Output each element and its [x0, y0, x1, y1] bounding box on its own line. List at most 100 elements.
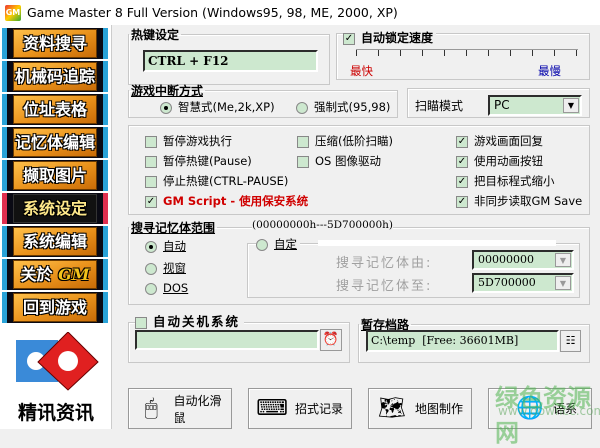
option-label: GM Script - 使用保安系统: [163, 194, 309, 208]
radio-icon: [145, 262, 157, 275]
sidebar-item-label: 撷取图片: [13, 161, 97, 190]
checkbox-icon: ✓: [456, 135, 468, 148]
radio-label: 自动: [163, 239, 186, 253]
divider: [318, 240, 556, 246]
sidebar-item-search[interactable]: 资料搜寻: [2, 28, 108, 59]
sidebar-item-label: 回到游戏: [13, 293, 97, 322]
os-image-driver-checkbox[interactable]: OS 图像驱动: [297, 153, 381, 169]
option-label: 暂停热键(Pause): [163, 154, 252, 168]
window-title: Game Master 8 Full Version (Windows95, 9…: [27, 5, 398, 20]
checkbox-icon: [145, 175, 157, 188]
chevron-down-icon: ▼: [563, 98, 579, 113]
option-label: 非同步读取GM Save: [474, 194, 583, 208]
chevron-down-icon: ▼: [555, 253, 571, 267]
auto-lock-speed-checkbox[interactable]: ✓ 自动锁定速度: [343, 29, 437, 46]
button-label: 招式记录: [295, 402, 344, 416]
async-gm-save-checkbox[interactable]: ✓ 非同步读取GM Save: [456, 193, 582, 209]
auto-mouse-button[interactable]: 🖱 自动化滑鼠: [128, 388, 232, 429]
slowest-label: 最慢: [538, 64, 561, 78]
option-label: 使用动画按钮: [474, 154, 543, 168]
checkbox-icon: ✓: [456, 175, 468, 188]
option-label: 游戏画面回复: [474, 134, 543, 148]
sidebar-item-code-trace[interactable]: 机械码追踪: [2, 61, 108, 92]
speed-slider[interactable]: [356, 49, 578, 59]
option-label: 暂停游戏执行: [163, 134, 232, 148]
from-address-select[interactable]: 00000000 ▼: [472, 250, 574, 270]
title-bar: GM Game Master 8 Full Version (Windows95…: [0, 0, 600, 25]
hotkey-legend: 热键设定: [131, 28, 180, 42]
checkbox-icon: [297, 155, 309, 168]
scan-mode-select[interactable]: PC ▼: [488, 95, 582, 116]
to-value: 5D700000: [478, 276, 536, 289]
auto-shutdown-label: 自动关机系统: [153, 314, 241, 329]
sidebar-item-address-table[interactable]: 位址表格: [2, 94, 108, 125]
force-mode-radio[interactable]: 强制式(95,98): [296, 99, 390, 115]
fastest-label: 最快: [350, 64, 373, 78]
map-maker-button[interactable]: 🗺 地图制作: [368, 388, 472, 429]
restore-screen-checkbox[interactable]: ✓ 游戏画面回复: [456, 133, 543, 149]
to-label: 搜寻记忆体至:: [336, 279, 433, 294]
scan-mode-label: 扫瞄模式: [415, 99, 464, 113]
checkbox-icon: [145, 155, 157, 168]
radio-icon: [256, 238, 268, 251]
move-record-button[interactable]: ⌨ 招式记录: [248, 388, 352, 429]
smart-mode-radio[interactable]: 智慧式(Me,2k,XP): [160, 99, 275, 115]
app-icon: GM: [5, 4, 21, 21]
radio-icon: [296, 101, 308, 114]
hotkey-input[interactable]: CTRL + F12: [143, 50, 318, 72]
radio-label: 强制式(95,98): [314, 100, 391, 114]
sidebar-item-memory-edit[interactable]: 记忆体编辑: [2, 127, 108, 158]
radio-icon: [145, 282, 157, 295]
checkbox-icon: [145, 135, 157, 148]
sidebar-item-label: 机械码追踪: [13, 62, 97, 91]
from-label: 搜寻记忆体由:: [336, 256, 433, 271]
option-label: OS 图像驱动: [315, 154, 382, 168]
mouse-icon: 🖱: [144, 396, 158, 421]
auto-range-radio[interactable]: 自动: [145, 238, 186, 254]
sidebar-item-label: 记忆体编辑: [13, 128, 97, 157]
checkbox-icon: ✓: [456, 155, 468, 168]
sidebar-item-capture[interactable]: 撷取图片: [2, 160, 108, 191]
checkbox-icon: ✓: [343, 32, 355, 45]
sidebar-item-settings[interactable]: 系统设定: [2, 193, 108, 224]
stop-hotkey-checkbox[interactable]: 停止热键(CTRL-PAUSE): [145, 173, 288, 189]
button-label: 地图制作: [415, 402, 464, 416]
sidebar-item-label: 关於 GM: [13, 260, 97, 289]
slider-ticks: [356, 50, 578, 56]
radio-label: 智慧式(Me,2k,XP): [178, 100, 275, 114]
watermark-url: www.downcc.com: [498, 404, 600, 418]
auto-shutdown-checkbox[interactable]: 自动关机系统: [135, 311, 245, 330]
dos-range-radio[interactable]: DOS: [145, 281, 188, 295]
shutdown-time-input[interactable]: [135, 330, 319, 350]
alarm-clock-icon[interactable]: ⏰: [320, 329, 342, 351]
option-label: 把目标程式缩小: [474, 174, 555, 188]
sidebar-item-label: 位址表格: [13, 95, 97, 124]
scan-mode-value: PC: [494, 98, 510, 112]
interrupt-legend: 游戏中断方式: [131, 84, 204, 98]
memory-range-text: (00000000h---5D700000h): [252, 219, 393, 231]
keyboard-icon: ⌨: [256, 396, 288, 421]
sidebar-item-about[interactable]: 关於 GM: [2, 259, 108, 290]
about-label: 关於: [20, 265, 53, 284]
pause-game-checkbox[interactable]: 暂停游戏执行: [145, 133, 232, 149]
sidebar-item-system-edit[interactable]: 系统编辑: [2, 226, 108, 257]
map-icon: 🗺: [378, 396, 406, 421]
to-address-select[interactable]: 5D700000 ▼: [472, 273, 574, 293]
temp-path-input[interactable]: C:\temp [Free: 36601MB]: [366, 330, 559, 352]
custom-range-radio[interactable]: 自定: [256, 236, 300, 252]
pause-hotkey-checkbox[interactable]: 暂停热键(Pause): [145, 153, 252, 169]
folder-tree-icon[interactable]: ☷: [560, 330, 581, 352]
sidebar-item-label: 系统编辑: [13, 227, 97, 256]
radio-label: 自定: [274, 237, 297, 251]
minimize-target-checkbox[interactable]: ✓ 把目标程式缩小: [456, 173, 555, 189]
auto-lock-speed-label: 自动锁定速度: [361, 31, 434, 45]
window-range-radio[interactable]: 视窗: [145, 260, 186, 276]
checkbox-icon: ✓: [145, 195, 157, 208]
option-label: 压缩(低阶扫瞄): [315, 134, 393, 148]
animated-buttons-checkbox[interactable]: ✓ 使用动画按钮: [456, 153, 543, 169]
chevron-down-icon: ▼: [555, 276, 571, 290]
sidebar-item-back-to-game[interactable]: 回到游戏: [2, 292, 108, 323]
compress-checkbox[interactable]: 压缩(低阶扫瞄): [297, 133, 393, 149]
company-logo: [16, 332, 99, 391]
gm-script-checkbox[interactable]: ✓ GM Script - 使用保安系统: [145, 193, 308, 209]
